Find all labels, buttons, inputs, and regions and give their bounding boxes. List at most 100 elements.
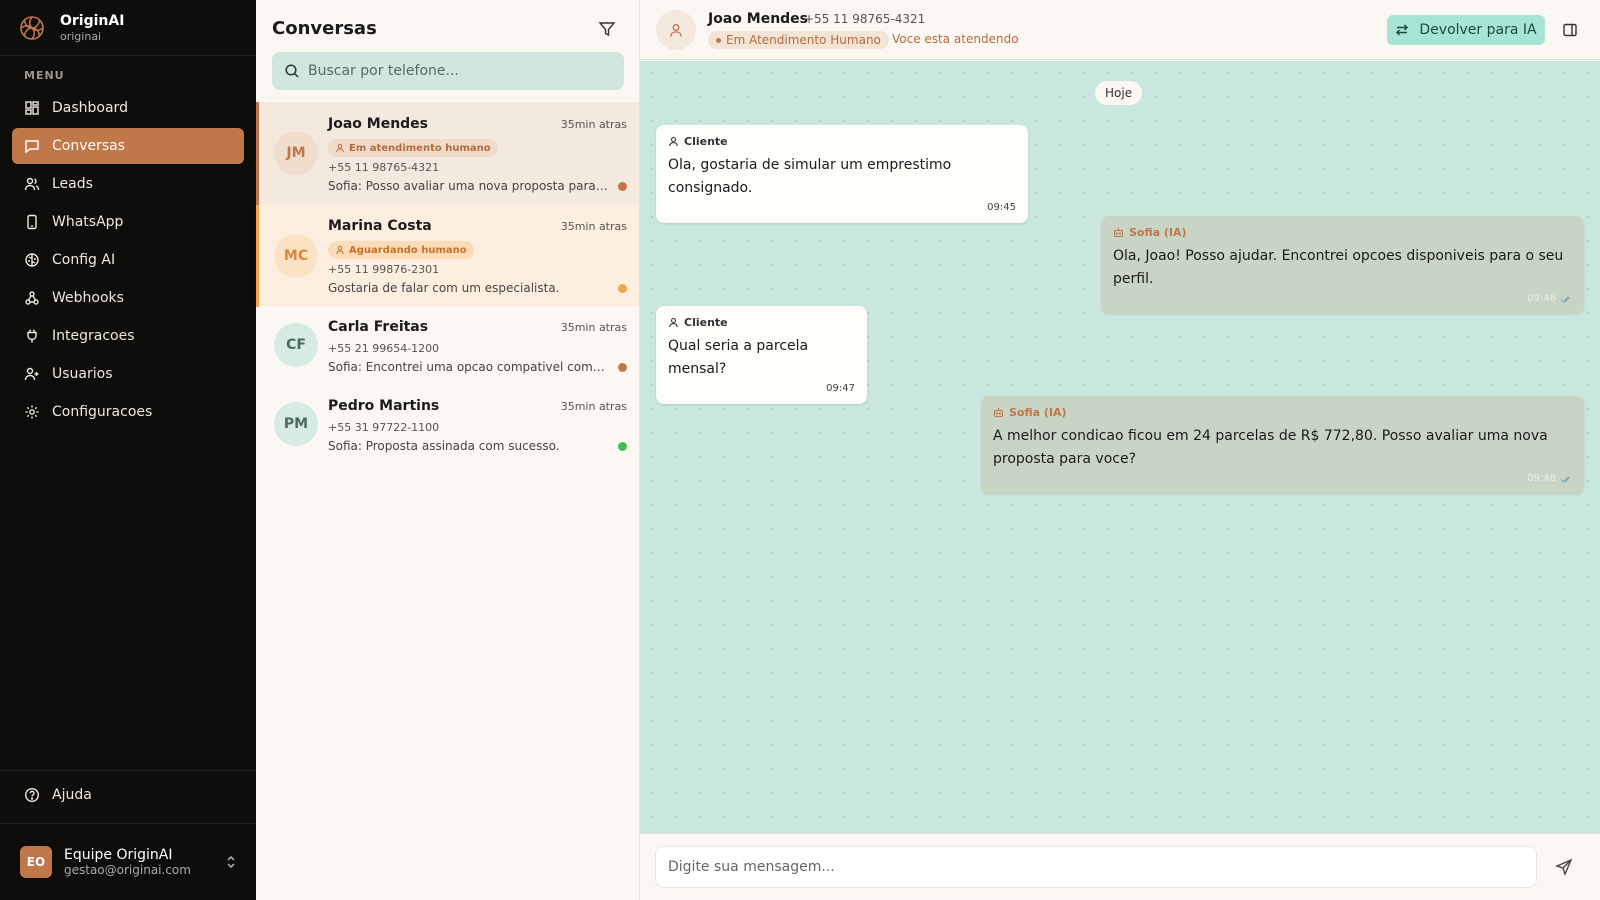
user-icon (669, 317, 678, 328)
sidebar-item-label: Config AI (52, 252, 116, 268)
double-check-icon (1560, 296, 1570, 303)
chat-panel: Joao Mendes +55 11 98765-4321 Em Atendim… (640, 0, 1600, 900)
contact-avatar[interactable] (656, 10, 696, 50)
search-input[interactable] (308, 63, 608, 79)
plug-icon (27, 329, 37, 343)
user-icon (336, 245, 344, 255)
status-badge: Em Atendimento Humano (708, 31, 889, 49)
status-badge-label: Em atendimento humano (349, 142, 491, 154)
brand-subtitle: originai (60, 30, 102, 43)
unread-dot (618, 363, 627, 372)
sidebar: OriginAI originai MENU Dashboard Convers… (0, 0, 256, 900)
brand[interactable]: OriginAI originai (18, 12, 124, 44)
conversation-time: 35min atras (560, 400, 627, 413)
date-separator: Hoje (1095, 81, 1143, 105)
unread-dot (618, 182, 627, 191)
message-author: Cliente (668, 316, 855, 329)
user-info: Equipe OriginAI gestao@originai.com (64, 847, 191, 877)
avatar: MC (274, 234, 318, 278)
brand-text: OriginAI originai (60, 12, 124, 44)
message-author: Cliente (668, 135, 1016, 148)
conversation-item-pedro-martins[interactable]: PM Pedro Martins 35min atras +55 31 9772… (256, 386, 639, 465)
message-time: 09:46 (1527, 293, 1556, 304)
sidebar-item-label: Integracoes (52, 328, 135, 344)
search-icon (285, 64, 299, 78)
chat-header: Joao Mendes +55 11 98765-4321 Em Atendim… (640, 0, 1600, 60)
conversation-item-marina-costa[interactable]: MC Marina Costa 35min atras Aguardando h… (256, 205, 639, 307)
brain-icon (25, 253, 39, 267)
sidebar-item-integracoes[interactable]: Integracoes (12, 318, 244, 354)
status-badge-label: Aguardando humano (349, 244, 467, 256)
conversation-time: 35min atras (560, 321, 627, 334)
status-dot (716, 37, 721, 43)
return-to-ai-button[interactable]: Devolver para IA (1387, 15, 1545, 45)
message-meta: 09:48 (993, 473, 1572, 484)
sidebar-item-configuracoes[interactable]: Configuracoes (12, 394, 244, 430)
gear-icon (25, 405, 39, 419)
status-badge-label: Em Atendimento Humano (726, 33, 881, 47)
filter-icon[interactable] (598, 20, 616, 38)
message-input[interactable] (656, 847, 1536, 887)
sidebar-item-conversas[interactable]: Conversas (12, 128, 244, 164)
message-client: Cliente Qual seria a parcela mensal? 09:… (656, 306, 867, 404)
conversation-item-joao-mendes[interactable]: JM Joao Mendes 35min atras Em atendiment… (256, 102, 639, 205)
user-plus-icon (24, 367, 39, 381)
sidebar-item-label: WhatsApp (52, 214, 124, 230)
attending-text: Voce esta atendendo (892, 32, 1019, 46)
sidebar-item-leads[interactable]: Leads (12, 166, 244, 202)
sidebar-item-config-ai[interactable]: Config AI (12, 242, 244, 278)
chat-icon (25, 140, 39, 154)
contact-phone: +55 11 98765-4321 (804, 12, 926, 26)
sidebar-item-whatsapp[interactable]: WhatsApp (12, 204, 244, 240)
avatar: EO (20, 846, 52, 878)
search-box (272, 52, 624, 90)
menu-label: MENU (24, 69, 65, 82)
sidebar-item-label: Dashboard (52, 100, 128, 116)
sidebar-item-usuarios[interactable]: Usuarios (12, 356, 244, 392)
contact-name: Joao Mendes (708, 11, 809, 27)
help-label: Ajuda (52, 787, 92, 803)
sidebar-divider (0, 770, 256, 771)
conversations-panel: Conversas JM Joao Mendes 35min atras Em … (256, 0, 640, 900)
sidebar-item-webhooks[interactable]: Webhooks (12, 280, 244, 316)
sidebar-item-dashboard[interactable]: Dashboard (12, 90, 244, 126)
conversation-preview: Sofia: Posso avaliar uma nova proposta p… (328, 179, 608, 193)
side-panel-icon[interactable] (1562, 22, 1578, 38)
user-menu[interactable]: EO Equipe OriginAI gestao@originai.com (20, 846, 238, 878)
message-text: Qual seria a parcela mensal? (668, 338, 809, 377)
message-author-label: Cliente (684, 135, 728, 148)
return-to-ai-label: Devolver para IA (1419, 22, 1537, 38)
conversation-time: 35min atras (560, 118, 627, 131)
user-icon (669, 136, 678, 147)
user-email: gestao@originai.com (64, 863, 191, 877)
unread-dot (618, 284, 627, 293)
message-ai: Sofia (IA) A melhor condicao ficou em 24… (981, 396, 1584, 494)
conversation-phone: +55 11 98765-4321 (328, 161, 440, 174)
sidebar-item-label: Leads (52, 176, 93, 192)
sidebar-item-label: Configuracoes (52, 404, 153, 420)
help-link[interactable]: Ajuda (24, 787, 92, 803)
status-badge: Em atendimento humano (328, 139, 498, 157)
conversation-time: 35min atras (560, 220, 627, 233)
send-icon[interactable] (1555, 858, 1573, 876)
bot-icon (993, 408, 1004, 418)
chevron-up-down-icon (227, 856, 235, 868)
conversation-list: JM Joao Mendes 35min atras Em atendiment… (256, 102, 639, 465)
message-author-label: Cliente (684, 316, 728, 329)
message-text: Ola, Joao! Posso ajudar. Encontrei opcoe… (1113, 248, 1564, 287)
message-text: A melhor condicao ficou em 24 parcelas d… (993, 428, 1548, 467)
message-time: 09:45 (987, 202, 1016, 213)
bot-icon (1113, 228, 1124, 238)
swap-arrows-icon (1396, 24, 1409, 36)
user-name: Equipe OriginAI (64, 847, 173, 863)
conversation-name: Carla Freitas (328, 319, 429, 335)
conversation-preview: Sofia: Encontrei uma opcao compativel co… (328, 360, 608, 374)
user-icon (336, 143, 344, 153)
conversation-name: Marina Costa (328, 218, 432, 234)
message-author: Sofia (IA) (993, 406, 1572, 419)
conversation-phone: +55 31 97722-1100 (328, 421, 440, 434)
conversation-item-carla-freitas[interactable]: CF Carla Freitas 35min atras +55 21 9965… (256, 307, 639, 386)
message-time: 09:48 (1527, 473, 1556, 484)
message-area[interactable]: Hoje Cliente Ola, gostaria de simular um… (640, 61, 1600, 833)
user-icon (670, 24, 682, 37)
